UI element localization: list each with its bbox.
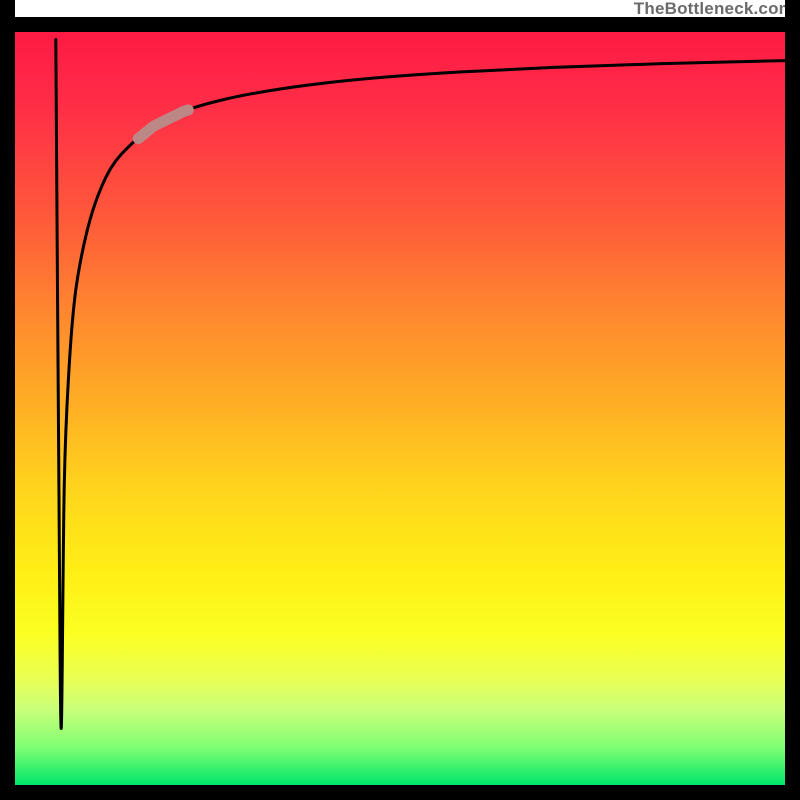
curve-highlight-path: [138, 110, 188, 139]
plot-border-left: [0, 0, 15, 800]
plot-border-bottom: [0, 785, 800, 800]
plot-border-right: [785, 0, 800, 800]
chart-stage: TheBottleneck.com: [0, 0, 800, 800]
curve-main-path: [56, 40, 785, 729]
curve-svg: [15, 32, 785, 785]
plot-border-top: [0, 17, 800, 32]
attribution-label: TheBottleneck.com: [634, 0, 794, 17]
